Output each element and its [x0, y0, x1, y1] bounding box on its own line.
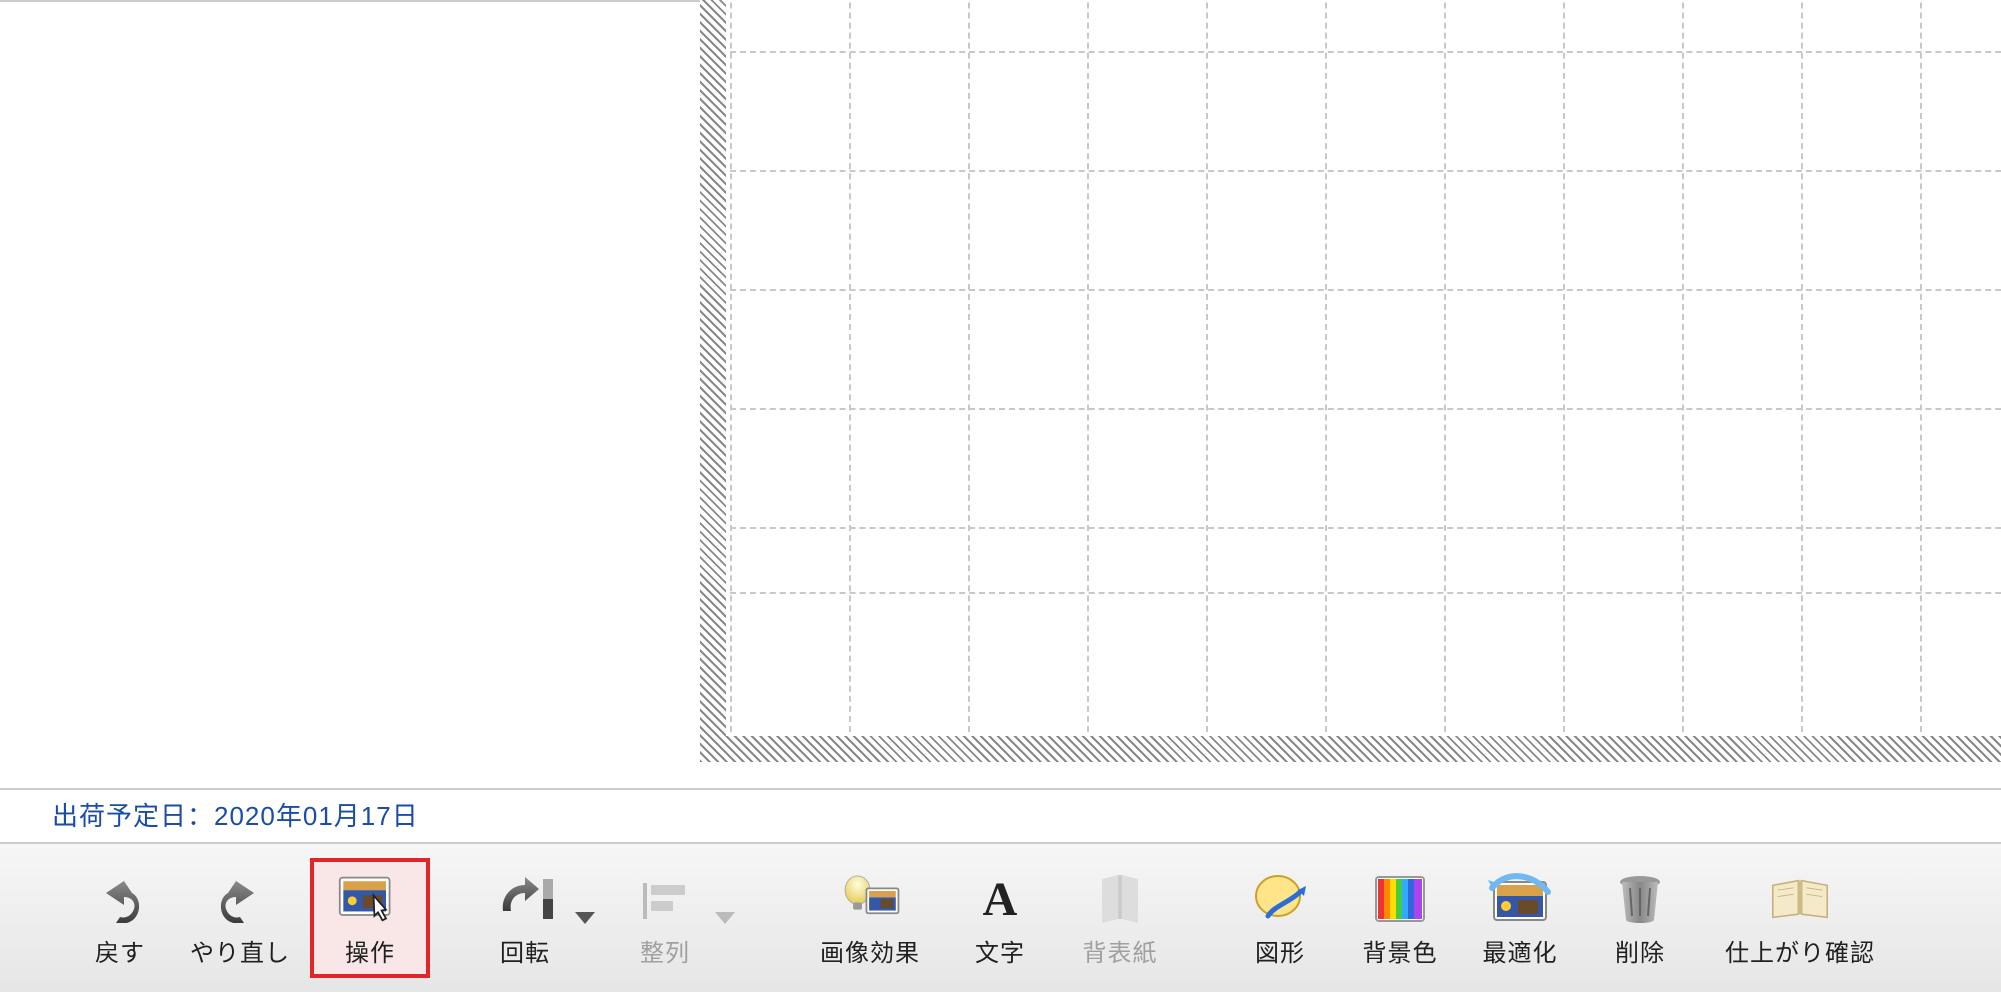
chevron-down-icon [575, 912, 595, 924]
rotate-dropdown[interactable] [570, 858, 600, 978]
safe-margin-left [700, 0, 726, 762]
align-dropdown[interactable] [710, 858, 740, 978]
bgcolor-button[interactable]: 背景色 [1340, 858, 1460, 978]
optimize-label: 最適化 [1483, 933, 1558, 968]
shape-label: 図形 [1255, 933, 1305, 968]
redo-button[interactable]: やり直し [180, 858, 300, 978]
image-effect-icon [838, 869, 902, 929]
canvas-area [0, 0, 2001, 790]
undo-icon [88, 869, 152, 929]
text-label: 文字 [975, 933, 1025, 968]
image-effect-label: 画像効果 [820, 933, 920, 968]
image-effect-button[interactable]: 画像効果 [800, 858, 940, 978]
text-icon: A [968, 869, 1032, 929]
operate-button[interactable]: 操作 [310, 858, 430, 978]
canvas-page[interactable] [700, 0, 2001, 762]
bgcolor-label: 背景色 [1363, 933, 1438, 968]
text-button[interactable]: A 文字 [940, 858, 1060, 978]
spine-icon [1088, 869, 1152, 929]
rotate-button[interactable]: 回転 [480, 858, 570, 978]
shipping-date-value: 2020年01月17日 [214, 801, 419, 831]
canvas-grid [730, 0, 2001, 732]
align-icon [633, 869, 697, 929]
trash-icon [1608, 869, 1672, 929]
spine-button[interactable]: 背表紙 [1060, 858, 1180, 978]
shipping-date: 出荷予定日：2020年01月17日 [52, 796, 419, 833]
redo-icon [208, 869, 272, 929]
shipping-date-label: 出荷予定日： [52, 801, 214, 831]
align-button[interactable]: 整列 [620, 858, 710, 978]
redo-label: やり直し [190, 933, 290, 968]
operate-icon [338, 869, 402, 929]
shape-button[interactable]: 図形 [1220, 858, 1340, 978]
align-label: 整列 [640, 933, 690, 968]
undo-label: 戻す [95, 933, 145, 968]
preview-label: 仕上がり確認 [1725, 933, 1875, 968]
rotate-icon [493, 869, 557, 929]
rotate-label: 回転 [500, 933, 550, 968]
delete-label: 削除 [1615, 933, 1665, 968]
bgcolor-icon [1368, 869, 1432, 929]
chevron-down-icon [715, 912, 735, 924]
optimize-icon [1488, 869, 1552, 929]
preview-button[interactable]: 仕上がり確認 [1710, 858, 1890, 978]
delete-button[interactable]: 削除 [1580, 858, 1700, 978]
spine-label: 背表紙 [1083, 933, 1158, 968]
safe-margin-bottom [700, 736, 2001, 762]
optimize-button[interactable]: 最適化 [1460, 858, 1580, 978]
operate-label: 操作 [345, 933, 395, 968]
book-preview-icon [1768, 869, 1832, 929]
undo-button[interactable]: 戻す [60, 858, 180, 978]
toolbar: 戻す やり直し 操作 [0, 842, 2001, 992]
svg-text:A: A [983, 873, 1018, 925]
shape-icon [1248, 869, 1312, 929]
